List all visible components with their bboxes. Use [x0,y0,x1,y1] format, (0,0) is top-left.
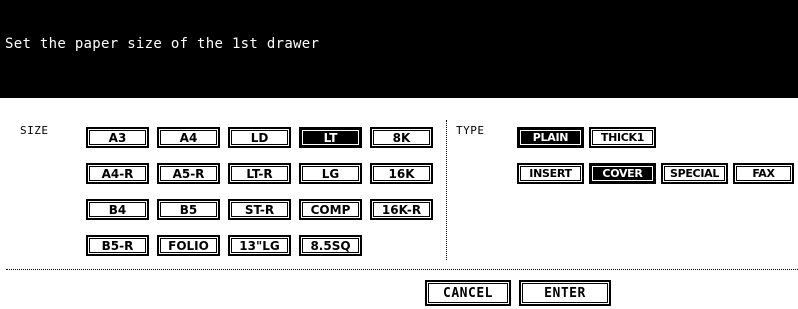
size-button-13lg[interactable]: 13"LG [228,235,291,256]
size-button-a4-r[interactable]: A4-R [86,163,149,184]
size-button-lg[interactable]: LG [299,163,362,184]
size-button-comp[interactable]: COMP [299,199,362,220]
size-button-st-r[interactable]: ST-R [228,199,291,220]
footer-divider [6,269,798,270]
size-button-a3[interactable]: A3 [86,127,149,148]
type-button-special[interactable]: SPECIAL [661,163,728,184]
type-section-label: TYPE [456,124,485,137]
type-button-insert[interactable]: INSERT [517,163,584,184]
size-button-16k[interactable]: 16K [370,163,433,184]
size-button-b5-r[interactable]: B5-R [86,235,149,256]
size-button-b4[interactable]: B4 [86,199,149,220]
type-button-cover[interactable]: COVER [589,163,656,184]
size-button-b5[interactable]: B5 [157,199,220,220]
size-button-a4[interactable]: A4 [157,127,220,148]
enter-button[interactable]: ENTER [519,280,611,306]
section-divider [446,120,447,260]
size-button-lt-r[interactable]: LT-R [228,163,291,184]
type-button-fax[interactable]: FAX [733,163,794,184]
size-button-8k[interactable]: 8K [370,127,433,148]
size-button-a5-r[interactable]: A5-R [157,163,220,184]
message-text: Set the paper size of the 1st drawer [5,36,320,52]
message-bar: Set the paper size of the 1st drawer [0,0,798,98]
cancel-button[interactable]: CANCEL [425,280,511,306]
size-button-16k-r[interactable]: 16K-R [370,199,433,220]
size-button-folio[interactable]: FOLIO [157,235,220,256]
size-section-label: SIZE [20,124,49,137]
type-button-plain[interactable]: PLAIN [517,127,584,148]
size-button-8-5sq[interactable]: 8.5SQ [299,235,362,256]
size-button-lt[interactable]: LT [299,127,362,148]
type-button-thick1[interactable]: THICK1 [589,127,656,148]
size-button-ld[interactable]: LD [228,127,291,148]
